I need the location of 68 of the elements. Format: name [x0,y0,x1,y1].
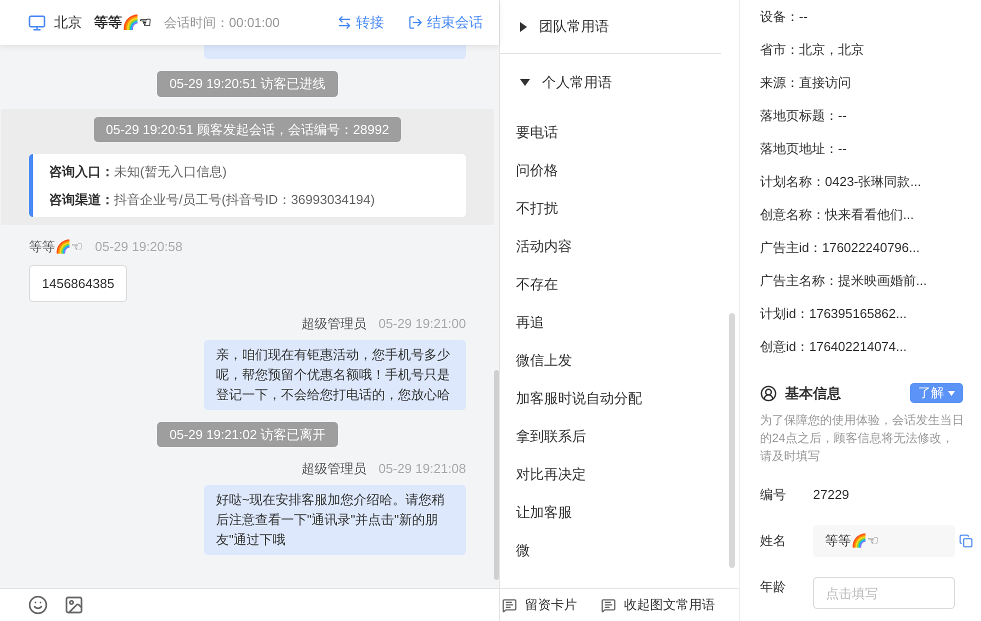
sender-name: 超级管理员 [302,315,367,333]
info-row-text: 计划名称：0423-张琳同款... [760,173,922,191]
phrase-item[interactable]: 不打扰 [500,189,721,227]
system-notice: 05-29 19:20:51 访客已进线 [157,71,338,96]
message-bubble: 亲，咱们现在有钜惠活动，您手机号多少呢，帮您预留个优惠名额哦！手机号只是登记一下，不会给您打电话的，您放心哈 [204,340,466,410]
visitor-location: 北京 [54,13,82,32]
image-icon[interactable] [64,595,84,615]
info-label: 咨询入口： [49,163,114,181]
info-note: 为了保障您的使用体验，会话发生当日的24点之后，顾客信息将无法修改，请及时填写 [760,412,965,465]
emoji-icon[interactable] [28,595,48,615]
phrase-item[interactable]: 微 [500,531,721,569]
name-field: 等等🌈☜ [813,525,955,557]
phrase-item[interactable]: 要电话 [500,113,721,151]
user-icon [760,384,777,402]
copy-icon[interactable] [959,534,973,548]
info-row-text: 广告主id：176022240796... [760,239,921,257]
message-bubble: 好哒~现在安排客服加您介绍哈。请您稍后注意查看一下"通讯录"并点击"新的朋友"通过下哦 [204,484,466,554]
monitor-icon [28,14,46,32]
field-label: 年龄 [760,578,787,596]
toolbar-button[interactable]: 留资卡片 [502,595,577,615]
phrase-item[interactable]: 微信上发 [500,341,721,379]
info-row-text: 广告主名称：提米映画婚前... [760,272,928,290]
info-row-text: 创意名称：快来看看他们... [760,206,915,224]
info-row-text: 落地页地址：-- [760,140,848,158]
info-row-text: 设备：-- [760,8,809,26]
message-icon [502,598,517,612]
message-bubble: 1456864385 [29,264,128,302]
field-label: 编号 [760,486,787,504]
message-time: 05-29 19:21:00 [378,315,466,333]
info-value: 未知(暂无入口信息) [114,163,227,181]
phrase-item[interactable]: 再追 [500,303,721,341]
scrollbar[interactable] [729,313,735,568]
message-time: 05-29 19:21:08 [378,460,466,478]
phrase-item[interactable]: 不存在 [500,265,721,303]
field-value: 27229 [813,486,850,504]
info-row-text: 来源：直接访问 [760,74,852,92]
session-duration: 会话时间：00:01:00 [164,14,280,32]
info-label: 咨询渠道： [49,190,114,208]
phrase-item[interactable]: 活动内容 [500,227,721,265]
section-title: 基本信息 [785,384,841,402]
caret-icon [948,390,955,396]
toolbar-button[interactable]: 收起图文常用语 [601,595,715,615]
scrollbar[interactable] [494,370,499,580]
sender-name: 等等🌈☜ [29,238,83,256]
visitor-name: 等等🌈☜ [94,13,152,32]
sender-name: 超级管理员 [302,460,367,478]
phrase-item[interactable]: 对比再决定 [500,455,721,493]
phrase-item[interactable]: 拿到联系后 [500,417,721,455]
field-label: 姓名 [760,532,787,550]
phrase-item[interactable]: 让加客服 [500,493,721,531]
message-time: 05-29 19:20:58 [95,238,182,256]
system-notice: 05-29 19:21:02 访客已离开 [157,422,338,447]
phrase-item[interactable]: 加客服时说自动分配 [500,379,721,417]
section-header[interactable]: 团队常用语 [500,0,609,53]
info-row-text: 省市：北京，北京 [760,41,865,59]
caret-icon [520,22,527,32]
message-icon [601,598,616,612]
input-field[interactable]: 点击填写 [813,577,955,609]
info-row-text: 计划id：176395165862... [760,305,908,323]
caret-icon [520,78,530,86]
transfer-icon [337,15,352,30]
phrase-item[interactable]: 问价格 [500,151,721,189]
exit-icon [408,15,423,30]
info-row-text: 创意id：176402214074... [760,338,908,356]
system-notice: 05-29 19:20:51 顾客发起会话，会话编号：28992 [94,116,402,142]
info-row-text: 落地页标题：-- [760,107,848,125]
info-value: 抖音企业号/员工号(抖音号ID：36993034194) [114,190,375,209]
section-header[interactable]: 个人常用语 [500,54,612,110]
